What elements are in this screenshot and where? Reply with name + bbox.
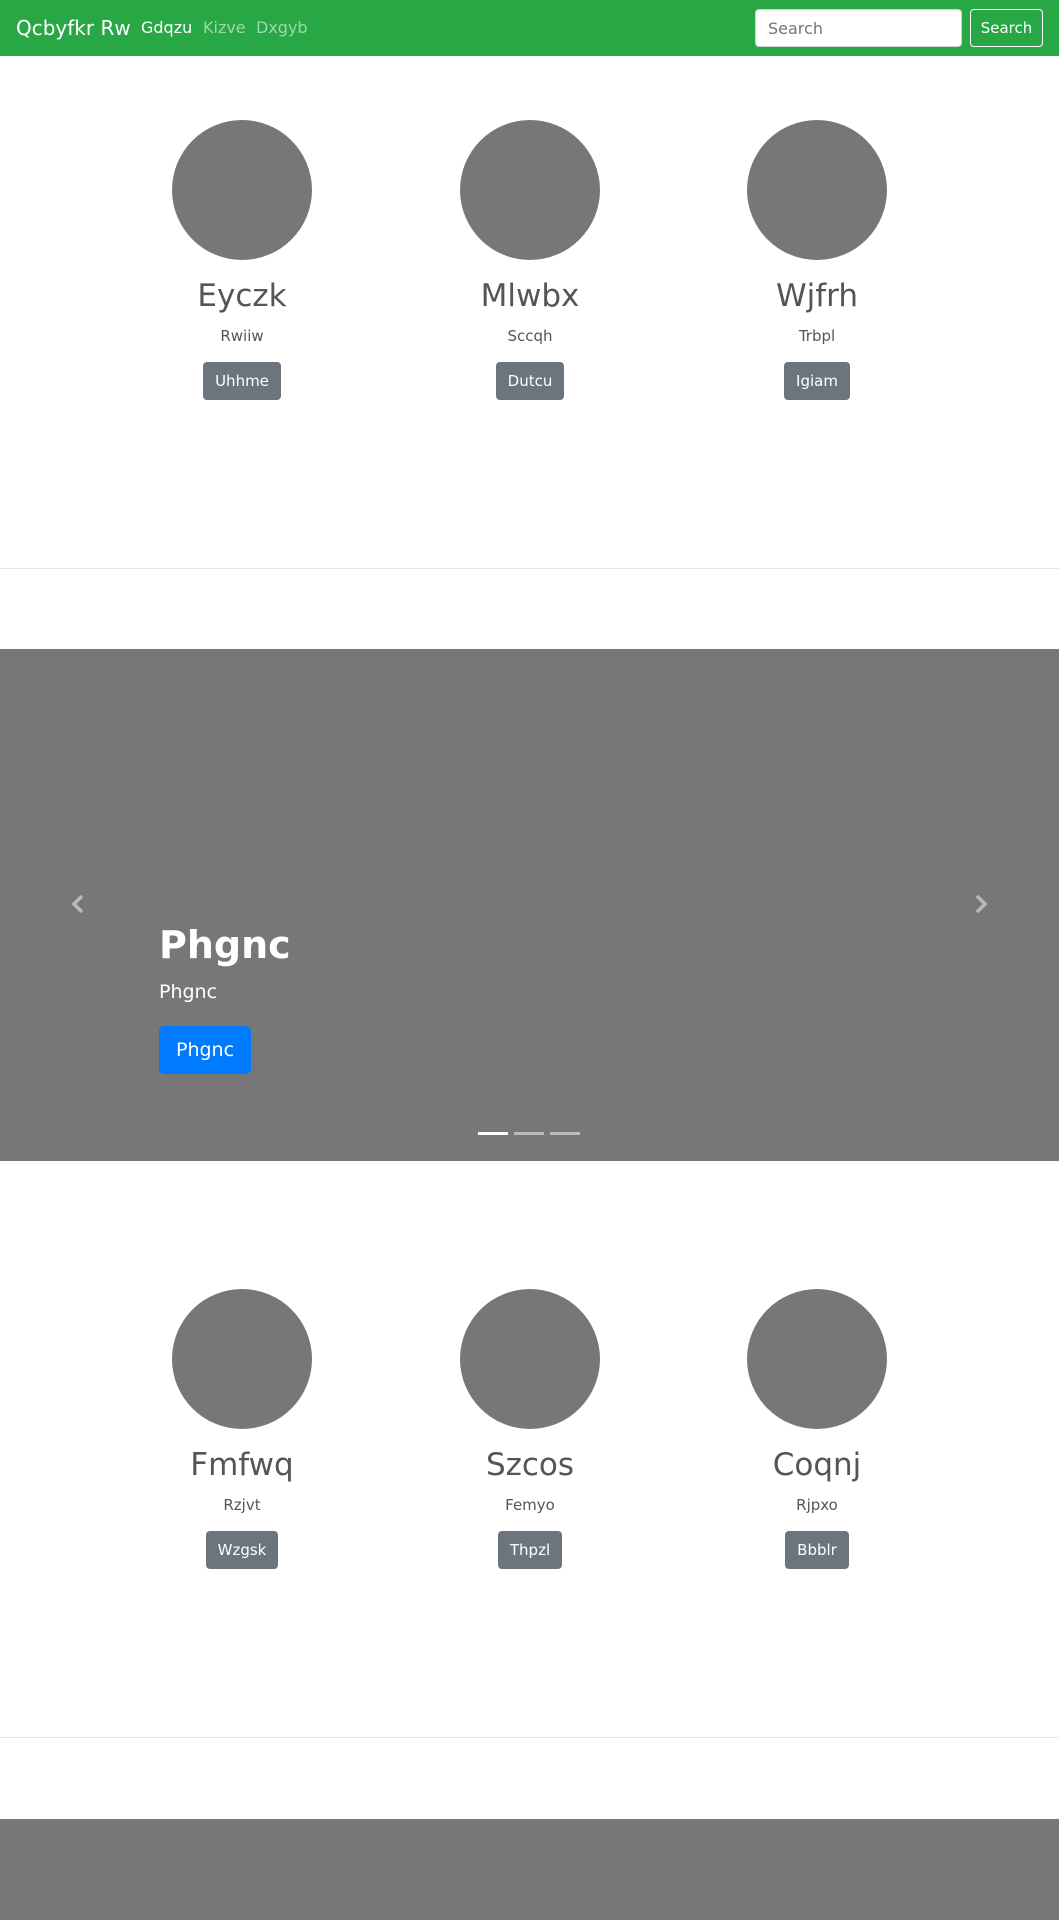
feature-title: Mlwbx — [480, 278, 580, 314]
second-carousel-band — [0, 1819, 1059, 1920]
feature-title: Coqnj — [772, 1447, 862, 1483]
avatar-placeholder — [172, 1289, 312, 1429]
carousel-next-button[interactable] — [965, 889, 995, 919]
feature-button[interactable]: Bbblr — [785, 1531, 849, 1569]
feature-card: Eyczk Rwiiw Uhhme — [98, 120, 386, 400]
feature-title: Szcos — [485, 1447, 575, 1483]
chevron-right-icon — [975, 894, 988, 914]
feature-text: Rzjvt — [223, 1496, 261, 1514]
nav-link-kizve[interactable]: Kizve — [203, 0, 246, 56]
avatar-placeholder — [747, 120, 887, 260]
feature-button[interactable]: Igiam — [784, 362, 850, 400]
search-input[interactable] — [755, 9, 962, 47]
feature-title: Fmfwq — [190, 1447, 294, 1483]
feature-card: Szcos Femyo Thpzl — [386, 1289, 674, 1569]
feature-text: Femyo — [505, 1496, 555, 1514]
section-divider — [0, 1737, 1059, 1738]
hero-carousel: Phgnc Phgnc Phgnc — [0, 649, 1059, 1161]
feature-card: Mlwbx Sccqh Dutcu — [386, 120, 674, 400]
feature-title: Wjfrh — [775, 278, 859, 314]
carousel-prev-button[interactable] — [64, 889, 94, 919]
feature-text: Sccqh — [507, 327, 553, 345]
carousel-heading: Phgnc — [159, 923, 291, 967]
feature-card: Fmfwq Rzjvt Wzgsk — [98, 1289, 386, 1569]
feature-text: Trbpl — [798, 327, 836, 345]
feature-text: Rwiiw — [220, 327, 264, 345]
feature-button[interactable]: Wzgsk — [205, 1531, 279, 1569]
top-navbar: Qcbyfkr Rw Gdqzu Kizve Dxgyb Search — [0, 0, 1059, 56]
avatar-placeholder — [460, 120, 600, 260]
chevron-left-icon — [71, 894, 84, 914]
carousel-indicator-2[interactable] — [514, 1132, 544, 1135]
carousel-text: Phgnc — [159, 981, 218, 1003]
search-button[interactable]: Search — [970, 9, 1043, 47]
avatar-placeholder — [460, 1289, 600, 1429]
nav-link-dxgyb[interactable]: Dxgyb — [256, 0, 308, 56]
feature-text: Rjpxo — [796, 1496, 838, 1514]
navbar-brand[interactable]: Qcbyfkr Rw — [16, 0, 131, 56]
carousel-cta-button[interactable]: Phgnc — [159, 1026, 252, 1074]
carousel-caption: Phgnc Phgnc Phgnc — [159, 922, 291, 1074]
feature-button[interactable]: Dutcu — [495, 362, 565, 400]
section-divider — [0, 568, 1059, 569]
avatar-placeholder — [747, 1289, 887, 1429]
avatar-placeholder — [172, 120, 312, 260]
nav-link-gdqzu[interactable]: Gdqzu — [141, 0, 192, 56]
feature-button[interactable]: Uhhme — [203, 362, 281, 400]
carousel-indicator-3[interactable] — [550, 1132, 580, 1135]
feature-card: Coqnj Rjpxo Bbblr — [673, 1289, 961, 1569]
feature-button[interactable]: Thpzl — [497, 1531, 563, 1569]
feature-title: Eyczk — [197, 278, 287, 314]
feature-card: Wjfrh Trbpl Igiam — [673, 120, 961, 400]
carousel-indicator-1[interactable] — [478, 1132, 508, 1135]
